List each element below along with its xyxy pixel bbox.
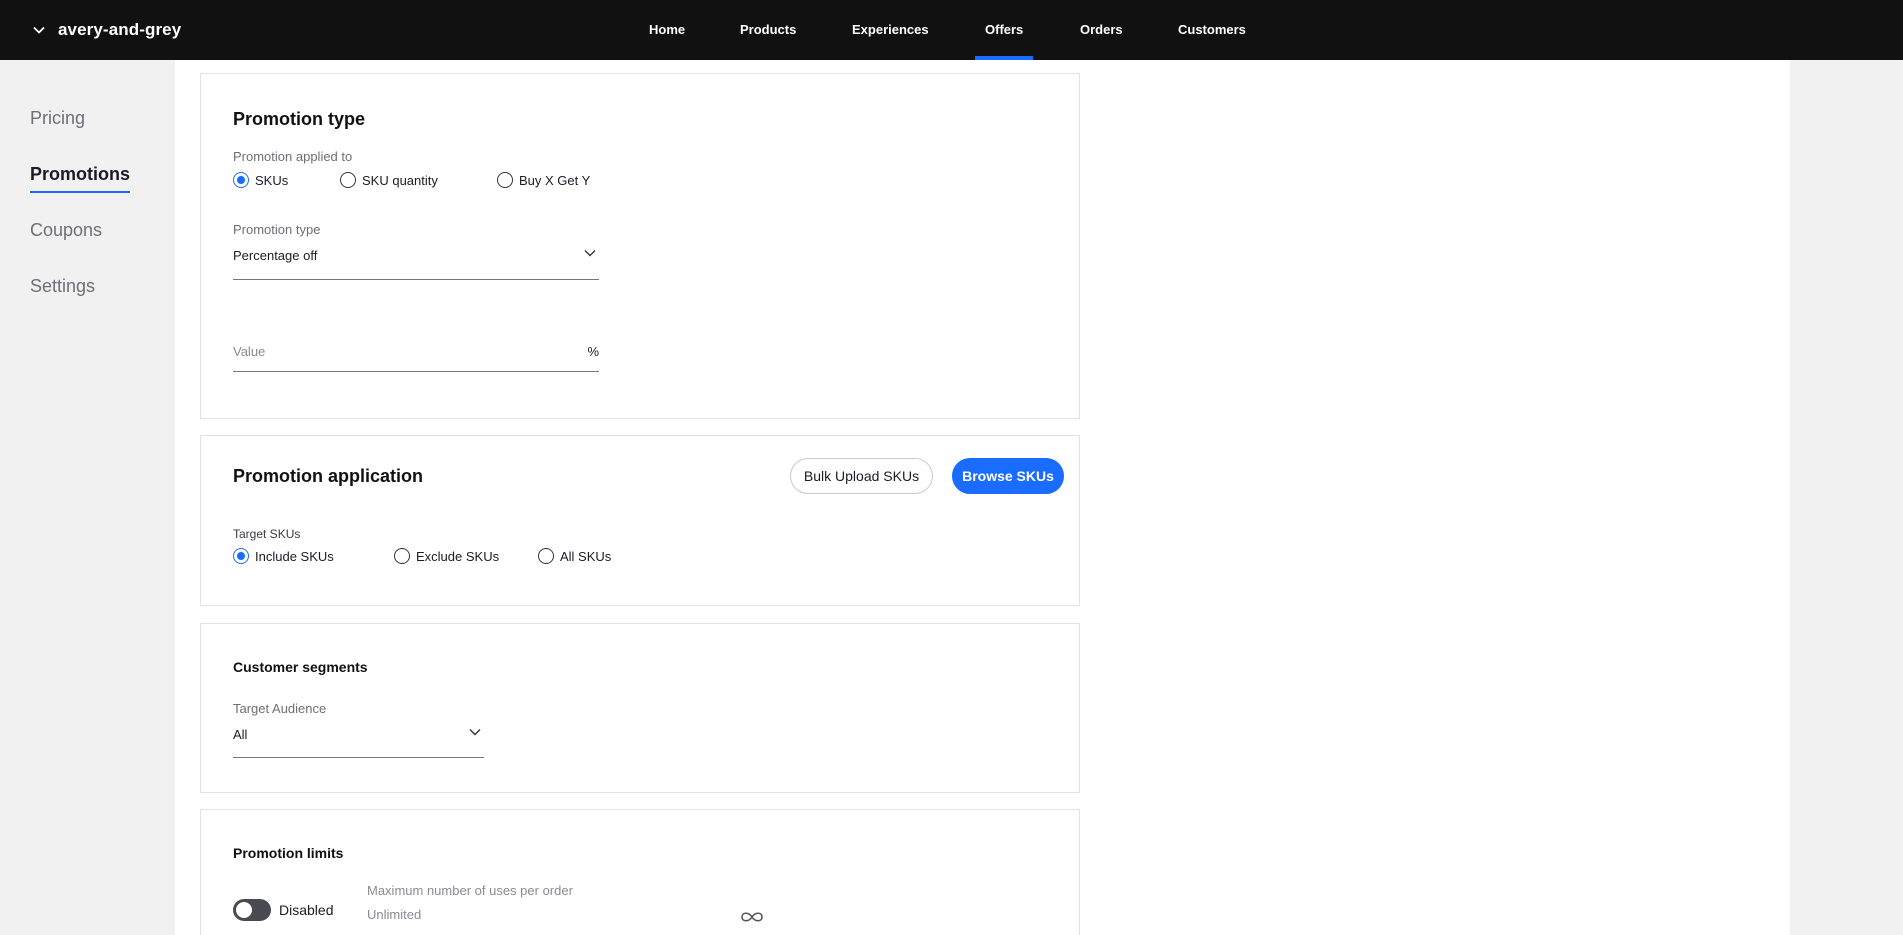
- radio-skus-label: SKUs: [255, 172, 289, 188]
- radio-exclude-skus-label: Exclude SKUs: [416, 548, 500, 564]
- radio-buy-x-get-y-label: Buy X Get Y: [519, 172, 591, 188]
- sidebar-item-pricing[interactable]: Pricing: [30, 108, 85, 129]
- main-content: Promotion type Promotion applied to SKUs…: [175, 60, 1790, 935]
- value-input[interactable]: Value %: [233, 344, 599, 372]
- nav-orders[interactable]: Orders: [1080, 0, 1123, 60]
- max-uses-label: Maximum number of uses per order: [367, 883, 573, 898]
- sidebar-item-coupons[interactable]: Coupons: [30, 220, 102, 241]
- nav-customers[interactable]: Customers: [1178, 0, 1246, 60]
- radio-exclude-skus[interactable]: Exclude SKUs: [394, 548, 499, 564]
- percent-suffix: %: [587, 344, 599, 359]
- customer-segments-title: Customer segments: [233, 659, 368, 675]
- bulk-upload-skus-button[interactable]: Bulk Upload SKUs: [790, 458, 933, 494]
- nav-products[interactable]: Products: [740, 0, 796, 60]
- promotion-type-value: Percentage off: [233, 248, 318, 263]
- radio-all-skus-dot[interactable]: [538, 548, 554, 564]
- radio-skus-dot[interactable]: [233, 172, 249, 188]
- target-audience-label: Target Audience: [233, 701, 327, 716]
- radio-include-skus-dot[interactable]: [233, 548, 249, 564]
- promotion-limits-toggle[interactable]: [233, 899, 271, 921]
- radio-include-skus[interactable]: Include SKUs: [233, 548, 334, 564]
- target-audience-select[interactable]: All: [233, 722, 484, 758]
- radio-all-skus[interactable]: All SKUs: [538, 548, 611, 564]
- target-audience-value: All: [233, 727, 248, 742]
- chevron-down-icon: [469, 729, 481, 736]
- nav-offers[interactable]: Offers: [974, 0, 1034, 60]
- radio-sku-quantity[interactable]: SKU quantity: [340, 172, 438, 188]
- radio-include-skus-label: Include SKUs: [255, 548, 334, 564]
- promotion-type-card: Promotion type Promotion applied to SKUs…: [200, 73, 1080, 419]
- radio-all-skus-label: All SKUs: [560, 548, 612, 564]
- promotion-application-card: Promotion application Bulk Upload SKUs B…: [200, 435, 1080, 606]
- promotion-limits-title: Promotion limits: [233, 845, 344, 861]
- nav-home[interactable]: Home: [649, 0, 685, 60]
- promotion-application-title: Promotion application: [233, 466, 424, 486]
- chevron-down-icon: [584, 250, 596, 257]
- main-nav: Home Products Experiences Offers Orders …: [0, 0, 1903, 60]
- nav-experiences[interactable]: Experiences: [852, 0, 929, 60]
- browse-skus-button[interactable]: Browse SKUs: [952, 458, 1064, 494]
- promotion-type-select[interactable]: Percentage off: [233, 244, 599, 280]
- max-uses-value: Unlimited: [367, 907, 422, 922]
- promotion-applied-to-label: Promotion applied to: [233, 149, 353, 164]
- radio-sku-quantity-label: SKU quantity: [362, 172, 438, 188]
- radio-sku-quantity-dot[interactable]: [340, 172, 356, 188]
- infinity-icon[interactable]: [739, 910, 765, 924]
- sidebar-item-settings[interactable]: Settings: [30, 276, 95, 297]
- target-skus-label: Target SKUs: [233, 527, 301, 541]
- radio-buy-x-get-y-dot[interactable]: [497, 172, 513, 188]
- radio-buy-x-get-y[interactable]: Buy X Get Y: [497, 172, 590, 188]
- value-placeholder: Value: [233, 344, 266, 359]
- customer-segments-card: Customer segments Target Audience All: [200, 623, 1080, 793]
- offers-sidebar: Pricing Promotions Coupons Settings: [0, 60, 175, 935]
- promotion-limits-card: Promotion limits Disabled Maximum number…: [200, 809, 1080, 935]
- promotion-type-label: Promotion type: [233, 222, 321, 237]
- radio-skus[interactable]: SKUs: [233, 172, 288, 188]
- radio-exclude-skus-dot[interactable]: [394, 548, 410, 564]
- top-navigation-bar: avery-and-grey Home Products Experiences…: [0, 0, 1903, 60]
- toggle-status-label: Disabled: [279, 902, 334, 918]
- sidebar-item-promotions[interactable]: Promotions: [30, 164, 131, 193]
- promotion-type-title: Promotion type: [233, 109, 366, 129]
